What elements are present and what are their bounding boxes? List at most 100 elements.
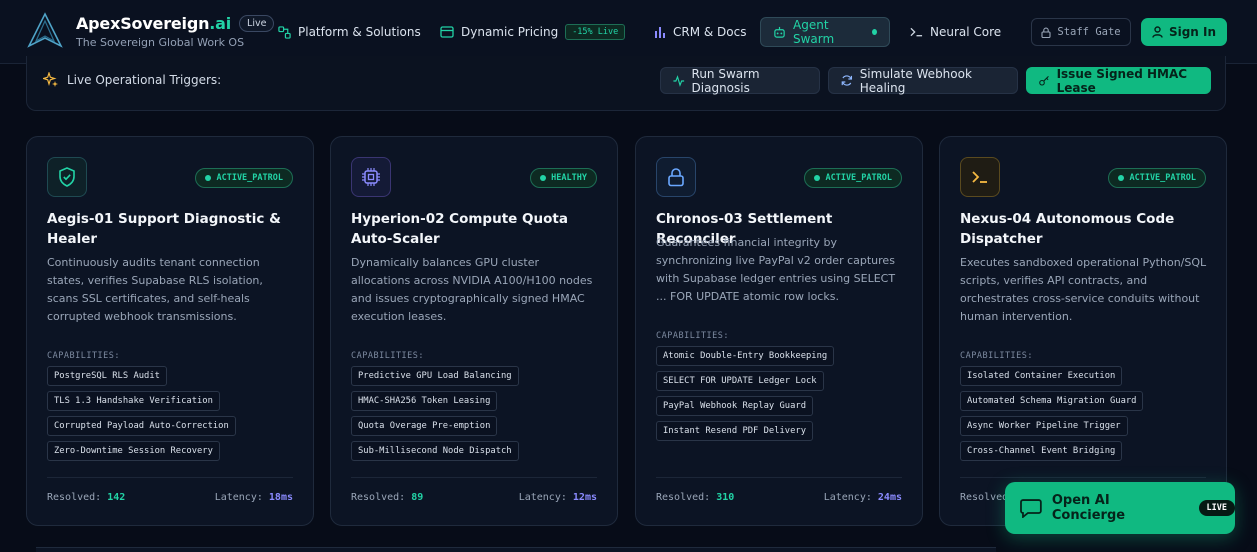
next-section-edge: [36, 547, 996, 552]
capability-tag: Zero-Downtime Session Recovery: [47, 441, 220, 461]
terminal-icon: [972, 171, 987, 183]
run-swarm-diagnosis-button[interactable]: Run Swarm Diagnosis: [660, 66, 820, 95]
sign-in-label: Sign In: [1168, 25, 1217, 39]
card-description: Executes sandboxed operational Python/SQ…: [960, 256, 1207, 323]
lock-icon: [1041, 27, 1051, 38]
top-nav: ApexSovereign.ai Live The Sovereign Glob…: [0, 0, 1257, 64]
capabilities-list: Predictive GPU Load Balancing HMAC-SHA25…: [351, 366, 611, 466]
card-divider: [351, 477, 597, 478]
latency-stat: Latency: 24ms: [823, 492, 902, 503]
latency-stat: Latency: 18ms: [214, 492, 293, 503]
capability-tag: Isolated Container Execution: [960, 366, 1123, 386]
triggers-label: Live Operational Triggers:: [43, 72, 221, 88]
card-description: Guarantees financial integrity by synchr…: [656, 236, 896, 303]
concierge-label: Open AI Concierge: [1051, 493, 1126, 523]
card-divider: [656, 477, 902, 478]
resolved-stat: Resolved: 310: [656, 492, 735, 503]
open-ai-concierge-button[interactable]: Open AI Concierge LIVE: [1005, 482, 1235, 534]
agent-card-chronos[interactable]: ACTIVE_PATROL Chronos-03 Settlement Reco…: [635, 136, 923, 526]
resolved-stat: Resolved: 89: [351, 492, 424, 503]
nav-item-pricing[interactable]: Dynamic Pricing -15% Live: [428, 17, 637, 47]
capabilities-label: CAPABILITIES:: [351, 351, 425, 361]
button-label: Run Swarm Diagnosis: [691, 66, 760, 95]
capability-tag: PayPal Webhook Replay Guard: [656, 396, 813, 416]
nav-label: CRM & Docs: [673, 25, 747, 39]
live-badge: LIVE: [1198, 500, 1235, 516]
card-divider: [47, 477, 293, 478]
activity-icon: [673, 74, 685, 87]
nav-item-platform[interactable]: Platform & Solutions: [266, 17, 433, 47]
simulate-webhook-healing-button[interactable]: Simulate Webhook Healing: [828, 66, 1018, 95]
status-badge: ACTIVE_PATROL: [195, 168, 293, 188]
agent-card-aegis[interactable]: ACTIVE_PATROL Aegis-01 Support Diagnosti…: [26, 136, 314, 526]
brand: ApexSovereign.ai Live The Sovereign Glob…: [76, 14, 275, 49]
capabilities-label: CAPABILITIES:: [960, 351, 1034, 361]
card-title: Aegis-01 Support Diagnostic & Healer: [47, 211, 281, 247]
capabilities-label: CAPABILITIES:: [47, 351, 121, 361]
agent-card-hyperion[interactable]: HEALTHY Hyperion-02 Compute Quota Auto-S…: [330, 136, 618, 526]
active-dot: [871, 29, 877, 35]
cpu-icon: [362, 168, 380, 186]
bar-chart-icon: [655, 27, 665, 38]
capabilities-label: CAPABILITIES:: [656, 331, 730, 341]
refresh-icon: [841, 75, 853, 86]
network-icon: [278, 25, 291, 39]
capability-tag: Quota Overage Pre-emption: [351, 416, 498, 436]
nav-item-crm[interactable]: CRM & Docs: [642, 17, 759, 47]
capability-tag: Async Worker Pipeline Trigger: [960, 416, 1128, 436]
nav-label: Platform & Solutions: [298, 25, 421, 39]
card-description: Continuously audits tenant connection st…: [47, 256, 263, 323]
lock-icon: [668, 168, 684, 187]
card-icon-box: [960, 157, 1000, 197]
status-badge: ACTIVE_PATROL: [804, 168, 902, 188]
nav-label: Agent Swarm: [793, 18, 835, 46]
resolved-stat: Resolved: 142: [47, 492, 126, 503]
capability-tag: Automated Schema Migration Guard: [960, 391, 1144, 411]
nav-item-agent-swarm[interactable]: Agent Swarm: [760, 17, 890, 47]
card-title: Nexus-04 Autonomous Code Dispatcher: [960, 211, 1175, 247]
capabilities-list: Atomic Double-Entry Bookkeeping SELECT F…: [656, 346, 916, 446]
capability-tag: TLS 1.3 Handshake Verification: [47, 391, 220, 411]
nav-label: Dynamic Pricing: [461, 25, 559, 39]
capability-tag: Corrupted Payload Auto-Correction: [47, 416, 236, 436]
robot-icon: [774, 26, 785, 38]
card-icon: [440, 26, 454, 38]
button-label: Simulate Webhook Healing: [859, 66, 972, 95]
issue-hmac-lease-button[interactable]: Issue Signed HMAC Lease: [1026, 66, 1211, 95]
card-icon-box: [47, 157, 87, 197]
key-icon: [1039, 75, 1049, 86]
card-description: Dynamically balances GPU cluster allocat…: [351, 256, 593, 323]
capability-tag: HMAC-SHA256 Token Leasing: [351, 391, 498, 411]
capability-tag: Atomic Double-Entry Bookkeeping: [656, 346, 835, 366]
status-badge: ACTIVE_PATROL: [1108, 168, 1206, 188]
nav-item-neural-core[interactable]: Neural Core: [898, 17, 1013, 47]
user-icon: [1152, 26, 1163, 38]
sign-in-button[interactable]: Sign In: [1141, 18, 1227, 46]
brand-name[interactable]: ApexSovereign.ai: [76, 14, 231, 33]
shield-icon: [59, 167, 75, 187]
triggers-bar: Live Operational Triggers: Run Swarm Dia…: [26, 56, 1226, 111]
button-label: Issue Signed HMAC Lease: [1056, 66, 1188, 95]
brand-tagline: The Sovereign Global Work OS: [76, 36, 245, 49]
capability-tag: Predictive GPU Load Balancing: [351, 366, 519, 386]
card-icon-box: [656, 157, 696, 197]
logo-icon[interactable]: [26, 12, 64, 50]
discount-badge: -15% Live: [565, 24, 626, 40]
card-title: Hyperion-02 Compute Quota Auto-Scaler: [351, 211, 568, 247]
capability-tag: PostgreSQL RLS Audit: [47, 366, 167, 386]
status-badge: HEALTHY: [530, 168, 597, 188]
agent-card-nexus[interactable]: ACTIVE_PATROL Nexus-04 Autonomous Code D…: [939, 136, 1227, 526]
capability-tag: Sub-Millisecond Node Dispatch: [351, 441, 519, 461]
staff-gate-label: Staff Gate: [1057, 26, 1121, 38]
card-divider: [960, 477, 1206, 478]
staff-gate-button[interactable]: Staff Gate: [1031, 18, 1131, 46]
nav-label: Neural Core: [930, 25, 1002, 39]
capabilities-list: PostgreSQL RLS Audit TLS 1.3 Handshake V…: [47, 366, 307, 466]
chat-icon: [1020, 499, 1042, 518]
capability-tag: Instant Resend PDF Delivery: [656, 421, 813, 441]
capabilities-list: Isolated Container Execution Automated S…: [960, 366, 1220, 466]
capability-tag: Cross-Channel Event Bridging: [960, 441, 1123, 461]
capability-tag: SELECT FOR UPDATE Ledger Lock: [656, 371, 824, 391]
latency-stat: Latency: 12ms: [518, 492, 597, 503]
triggers-label-text: Live Operational Triggers:: [67, 73, 222, 87]
